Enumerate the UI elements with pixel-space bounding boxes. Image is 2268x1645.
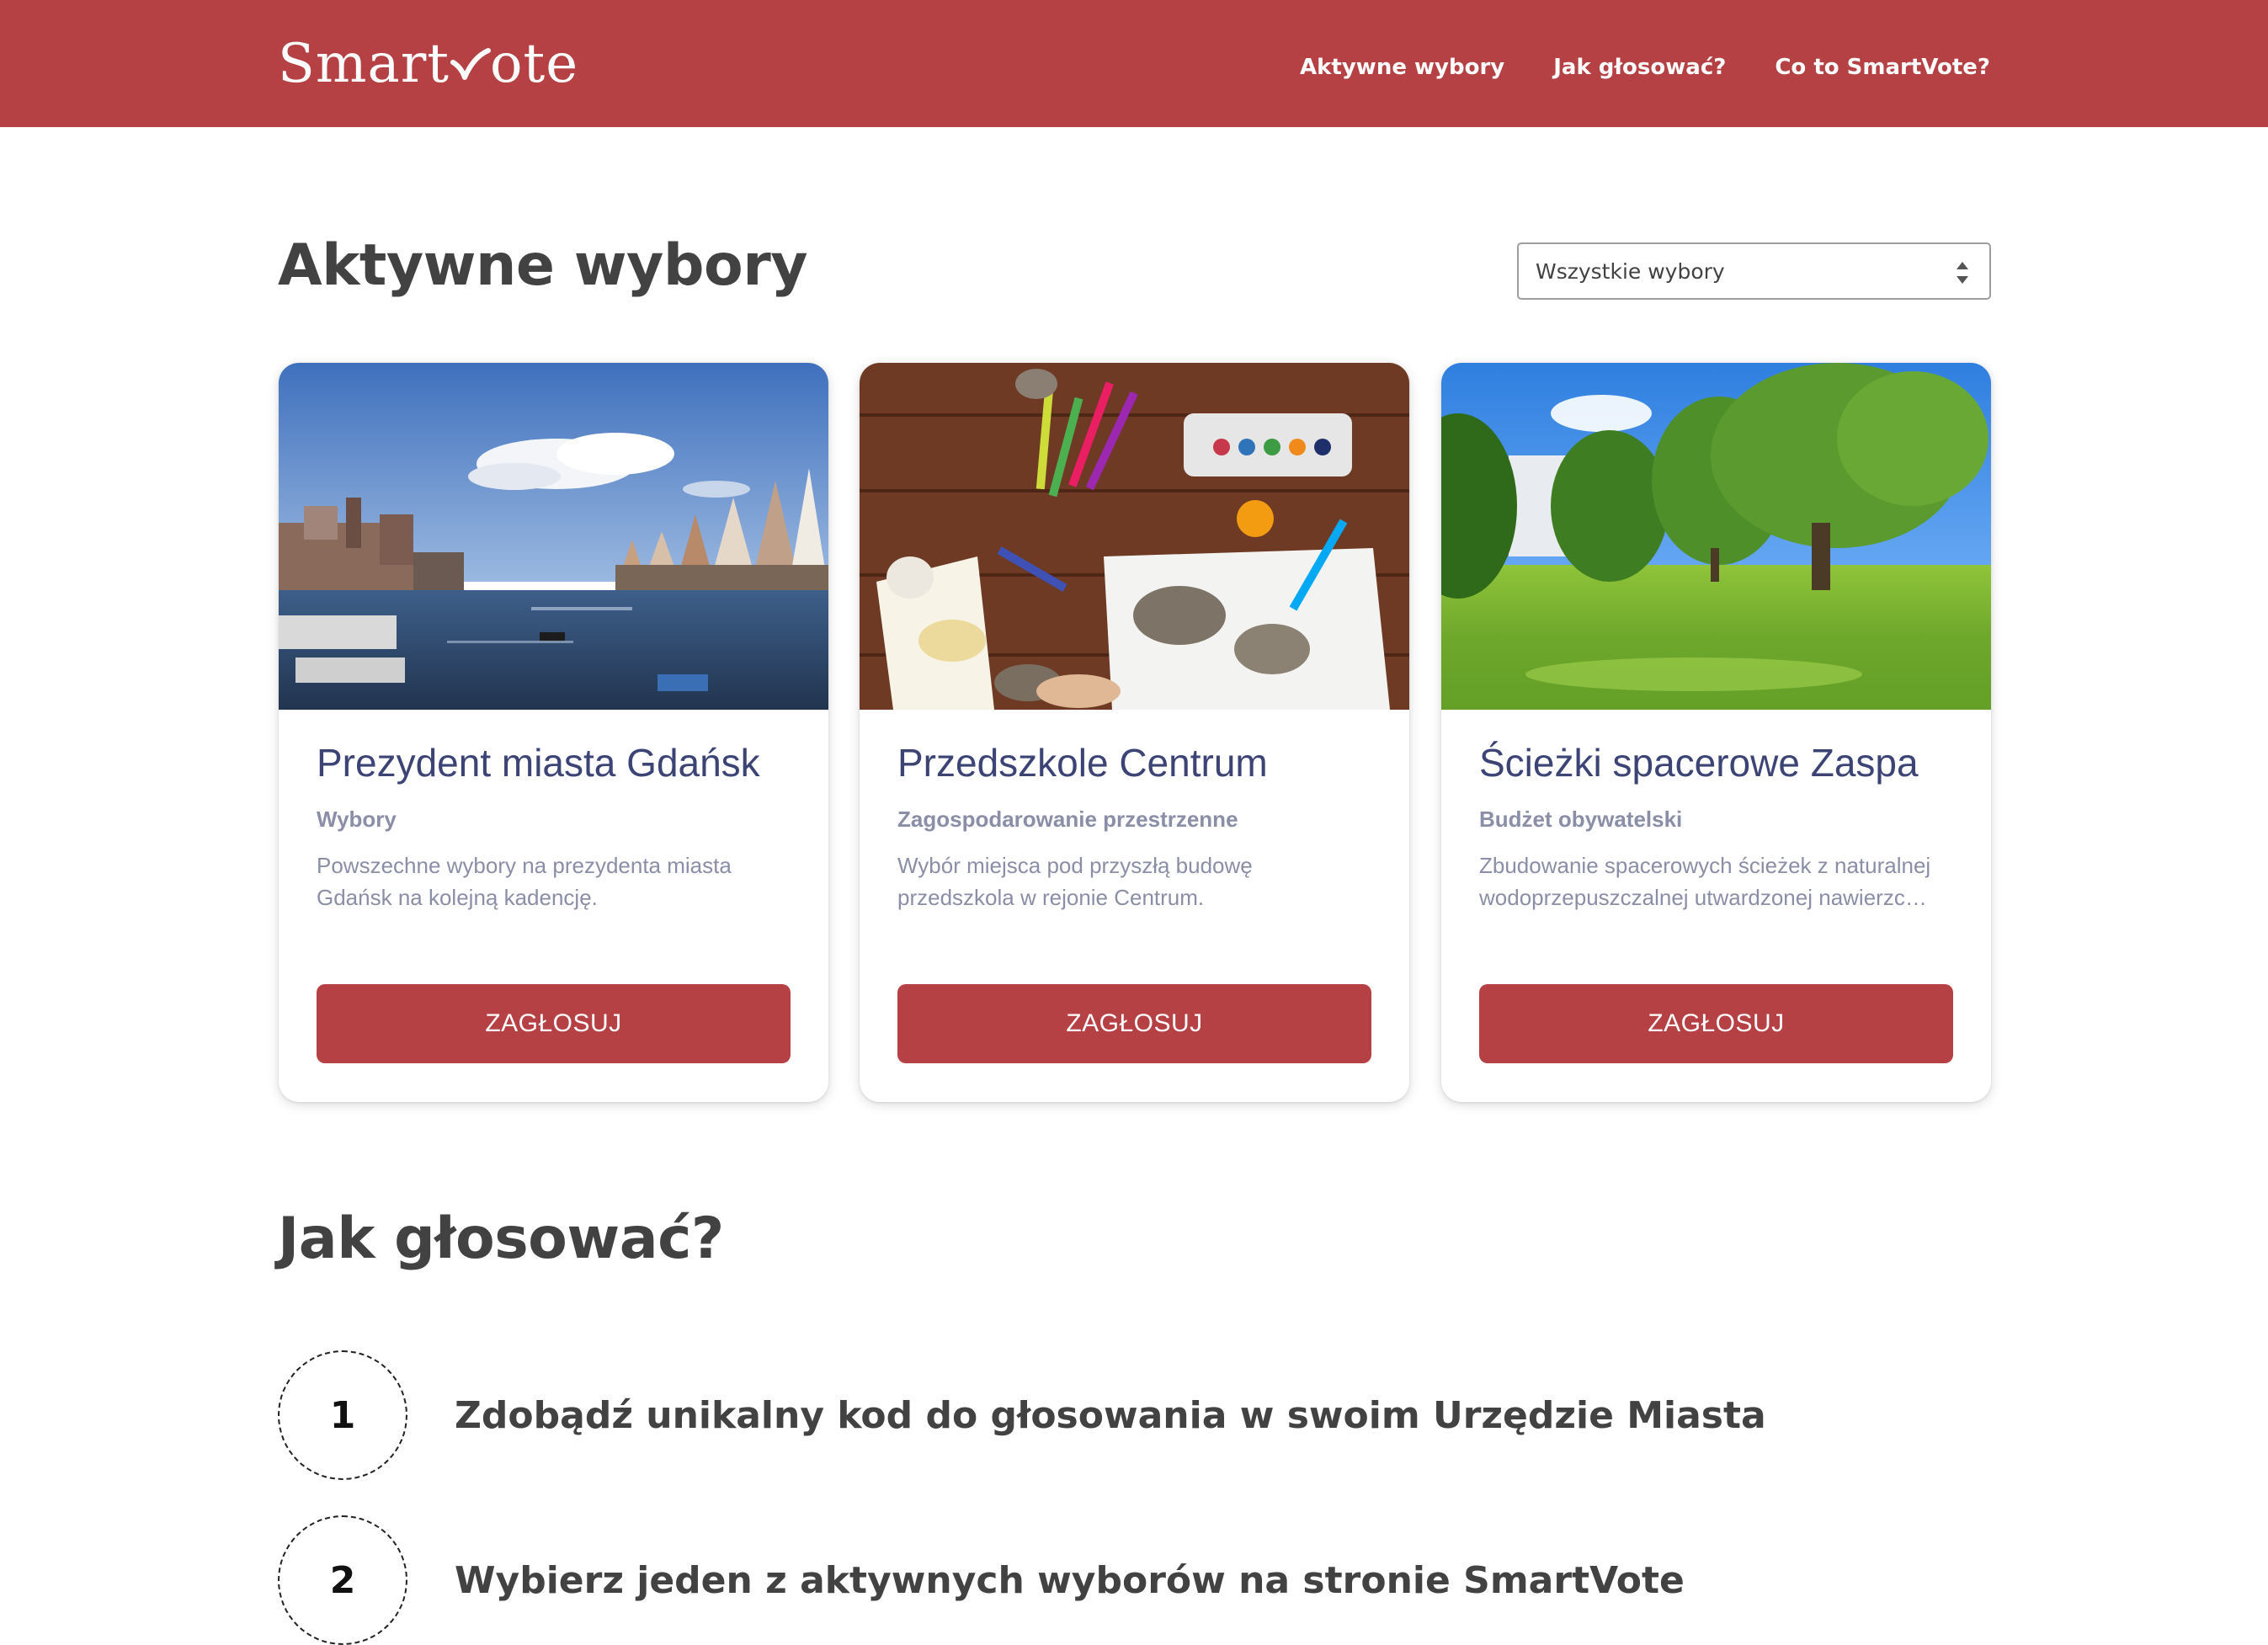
top-navbar: Smart ote Aktywne wybory Jak głosować? C… bbox=[0, 0, 2268, 127]
step-item: 1 Zdobądź unikalny kod do głosowania w s… bbox=[278, 1350, 1766, 1480]
main-nav: Aktywne wybory Jak głosować? Co to Smart… bbox=[1300, 44, 1990, 91]
card-image-park bbox=[1441, 363, 1991, 710]
step-number-badge: 1 bbox=[278, 1350, 407, 1480]
card-description: Wybór miejsca pod przyszłą budowę przeds… bbox=[897, 853, 1253, 910]
nav-link-jak-glosowac[interactable]: Jak głosować? bbox=[1553, 55, 1726, 80]
card-category: Budżet obywatelski bbox=[1479, 807, 1683, 832]
election-card: Prezydent miasta Gdańsk Wybory Powszechn… bbox=[279, 363, 828, 1102]
step-text: Zdobądź unikalny kod do głosowania w swo… bbox=[455, 1393, 1766, 1437]
smartvote-logo[interactable]: Smart ote bbox=[278, 30, 578, 98]
card-description: Zbudowanie spacerowych ścieżek z natural… bbox=[1479, 853, 1931, 910]
card-category: Zagospodarowanie przestrzenne bbox=[897, 807, 1238, 832]
logo-text-left: Smart bbox=[278, 33, 450, 95]
card-image-gdansk bbox=[279, 363, 828, 710]
election-filter-select[interactable]: Wszystkie wybory bbox=[1517, 242, 1991, 300]
nav-link-aktywne-wybory[interactable]: Aktywne wybory bbox=[1300, 55, 1504, 80]
step-item: 2 Wybierz jeden z aktywnych wyborów na s… bbox=[278, 1515, 1685, 1645]
active-elections-title: Aktywne wybory bbox=[278, 232, 808, 299]
election-card: Przedszkole Centrum Zagospodarowanie prz… bbox=[860, 363, 1409, 1102]
card-image-kindergarten bbox=[860, 363, 1409, 710]
card-title: Ścieżki spacerowe Zaspa bbox=[1479, 741, 1919, 785]
vote-button[interactable]: ZAGŁOSUJ bbox=[1479, 984, 1953, 1063]
card-title: Prezydent miasta Gdańsk bbox=[317, 741, 760, 785]
card-category: Wybory bbox=[317, 807, 397, 832]
step-text: Wybierz jeden z aktywnych wyborów na str… bbox=[455, 1558, 1685, 1602]
filter-selected-value: Wszystkie wybory bbox=[1536, 258, 1725, 284]
vote-button[interactable]: ZAGŁOSUJ bbox=[317, 984, 791, 1063]
vote-button[interactable]: ZAGŁOSUJ bbox=[897, 984, 1371, 1063]
select-arrows-icon bbox=[1957, 262, 1968, 284]
logo-text-right: ote bbox=[490, 33, 579, 95]
nav-link-co-to-smartvote[interactable]: Co to SmartVote? bbox=[1775, 55, 1990, 80]
step-number-badge: 2 bbox=[278, 1515, 407, 1645]
logo-check-icon bbox=[450, 48, 491, 80]
card-title: Przedszkole Centrum bbox=[897, 741, 1268, 785]
election-card: Ścieżki spacerowe Zaspa Budżet obywatels… bbox=[1441, 363, 1991, 1102]
card-description: Powszechne wybory na prezydenta miasta G… bbox=[317, 853, 732, 910]
how-to-vote-title: Jak głosować? bbox=[278, 1206, 724, 1272]
